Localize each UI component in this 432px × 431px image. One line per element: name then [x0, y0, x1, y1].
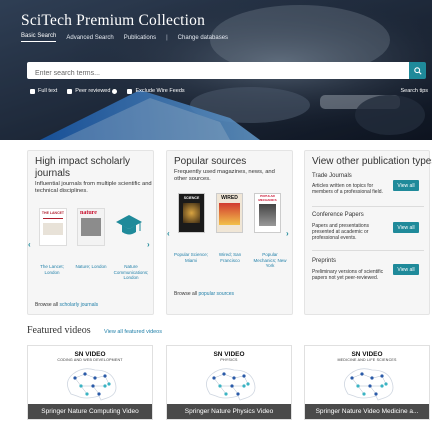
journals-title: High impact scholarly journals	[35, 156, 131, 179]
change-databases-link[interactable]: Change databases	[178, 35, 228, 41]
popular-sources-link[interactable]: popular sources	[198, 291, 234, 297]
browse-journals-prefix: Browse all	[35, 302, 59, 308]
nature-cover-title: nature	[80, 210, 97, 216]
conference-papers-desc: Papers and presentations presented at ac…	[312, 223, 369, 242]
search-options: Full text Peer reviewed Exclude Wire Fee…	[30, 88, 195, 94]
wired-cover[interactable]: WIRED	[216, 193, 243, 233]
page: SciTech Premium Collection Basic Search …	[0, 0, 432, 431]
tab-publications[interactable]: Publications	[124, 35, 156, 41]
video-brand: SN VIDEO	[213, 351, 245, 358]
video-card-physics[interactable]: SN VIDEO PHYSICS Springer Nature Physics…	[166, 345, 292, 420]
chevron-right-icon[interactable]: ›	[147, 240, 150, 249]
info-icon[interactable]	[112, 88, 118, 94]
publication-types-card: View other publication types Trade Journ…	[304, 150, 432, 315]
hero-banner: SciTech Premium Collection Basic Search …	[0, 0, 432, 140]
browse-popular-prefix: Browse all	[174, 291, 198, 297]
search-tips-link[interactable]: Search tips	[400, 88, 428, 94]
popular-mechanics-caption[interactable]: Popular Mechanics; New York	[251, 252, 289, 269]
tab-basic-search[interactable]: Basic Search	[21, 33, 57, 42]
browse-popular: Browse all popular sources	[174, 291, 234, 297]
conference-papers-view-all-button[interactable]: View all	[393, 222, 419, 233]
popular-science-cover-title: SCIENCE	[183, 196, 200, 200]
preprints-desc: Preliminary versions of scientific paper…	[312, 269, 384, 282]
trade-journals-title: Trade Journals	[312, 173, 352, 179]
peer-reviewed-checkbox[interactable]	[67, 88, 73, 94]
divider	[312, 206, 424, 207]
search-input[interactable]	[27, 65, 409, 82]
lancet-caption[interactable]: The Lancet; London	[33, 264, 71, 275]
nav-separator: |	[166, 34, 168, 41]
popular-sources-card: Popular sources Frequently used magazine…	[166, 150, 293, 315]
peer-reviewed-option[interactable]: Peer reviewed	[67, 88, 118, 94]
brain-network-icon	[344, 368, 394, 401]
lancet-cover-title: THE LANCET	[41, 211, 65, 215]
video-card-computing[interactable]: SN VIDEO CODING AND WEB DEVELOPMENT Spri…	[27, 345, 153, 420]
conference-papers-title: Conference Papers	[312, 212, 364, 218]
exclude-wire-option[interactable]: Exclude Wire Feeds	[127, 88, 185, 94]
video-subject: CODING AND WEB DEVELOPMENT	[57, 358, 123, 362]
view-all-featured-videos-link[interactable]: View all featured videos	[104, 329, 162, 335]
divider	[312, 250, 424, 251]
video-subject: PHYSICS	[220, 358, 238, 362]
full-text-label: Full text	[38, 88, 58, 94]
chevron-left-icon[interactable]: ‹	[28, 240, 31, 249]
brain-network-icon	[206, 368, 256, 401]
journals-subtitle: Influential journals from multiple scien…	[35, 181, 152, 194]
video-brand: SN VIDEO	[351, 351, 383, 358]
trade-journals-view-all-button[interactable]: View all	[393, 180, 419, 191]
video-caption: Springer Nature Computing Video	[28, 404, 152, 419]
featured-videos-title: Featured videos	[27, 325, 91, 336]
journals-card: High impact scholarly journals Influenti…	[27, 150, 154, 315]
full-text-option[interactable]: Full text	[30, 88, 57, 94]
chevron-left-icon[interactable]: ‹	[167, 229, 170, 238]
video-brand: SN VIDEO	[74, 351, 106, 358]
popular-science-caption[interactable]: Popular Science; Miami	[172, 252, 210, 263]
popular-subtitle: Frequently used magazines, news, and oth…	[174, 169, 275, 182]
exclude-wire-checkbox[interactable]	[127, 88, 133, 94]
graduation-cap-icon[interactable]	[115, 213, 143, 239]
chevron-right-icon[interactable]: ›	[286, 229, 289, 238]
site-title: SciTech Premium Collection	[21, 12, 206, 29]
popular-science-cover[interactable]: SCIENCE	[178, 193, 205, 233]
browse-journals: Browse all scholarly journals	[35, 302, 98, 308]
wired-cover-title: WIRED	[221, 195, 238, 201]
video-subject: MEDICINE AND LIFE SCIENCES	[337, 358, 397, 362]
nature-communications-caption[interactable]: Nature Communications; London	[112, 264, 150, 281]
popular-mechanics-cover-title: POPULAR MECHANICS	[258, 194, 277, 202]
pubtypes-title: View other publication types	[312, 156, 432, 167]
search-icon	[413, 66, 422, 75]
search-field[interactable]	[27, 62, 409, 82]
search-nav: Basic Search Advanced Search Publication…	[21, 33, 238, 42]
exclude-wire-label: Exclude Wire Feeds	[135, 88, 185, 94]
search-button[interactable]	[409, 62, 426, 79]
popular-title: Popular sources	[174, 156, 247, 167]
scholarly-journals-link[interactable]: scholarly journals	[59, 302, 98, 308]
popular-mechanics-cover[interactable]: POPULAR MECHANICS	[254, 193, 281, 233]
wired-caption[interactable]: Wired; San Francisco	[211, 252, 249, 263]
tab-advanced-search[interactable]: Advanced Search	[66, 35, 113, 41]
lancet-cover[interactable]: THE LANCET	[39, 208, 67, 246]
trade-journals-desc: Articles written on topics for members o…	[312, 183, 383, 196]
preprints-title: Preprints	[312, 258, 337, 264]
nature-caption[interactable]: Nature; London	[72, 264, 110, 270]
video-card-medicine[interactable]: SN VIDEO MEDICINE AND LIFE SCIENCES Spri…	[304, 345, 430, 420]
full-text-checkbox[interactable]	[30, 88, 35, 94]
peer-reviewed-label: Peer reviewed	[75, 88, 111, 94]
video-caption: Springer Nature Video Medicine a...	[305, 404, 429, 419]
preprints-view-all-button[interactable]: View all	[393, 264, 419, 275]
brain-network-icon	[67, 368, 117, 401]
nature-cover[interactable]: nature	[77, 208, 105, 246]
video-caption: Springer Nature Physics Video	[167, 404, 291, 419]
